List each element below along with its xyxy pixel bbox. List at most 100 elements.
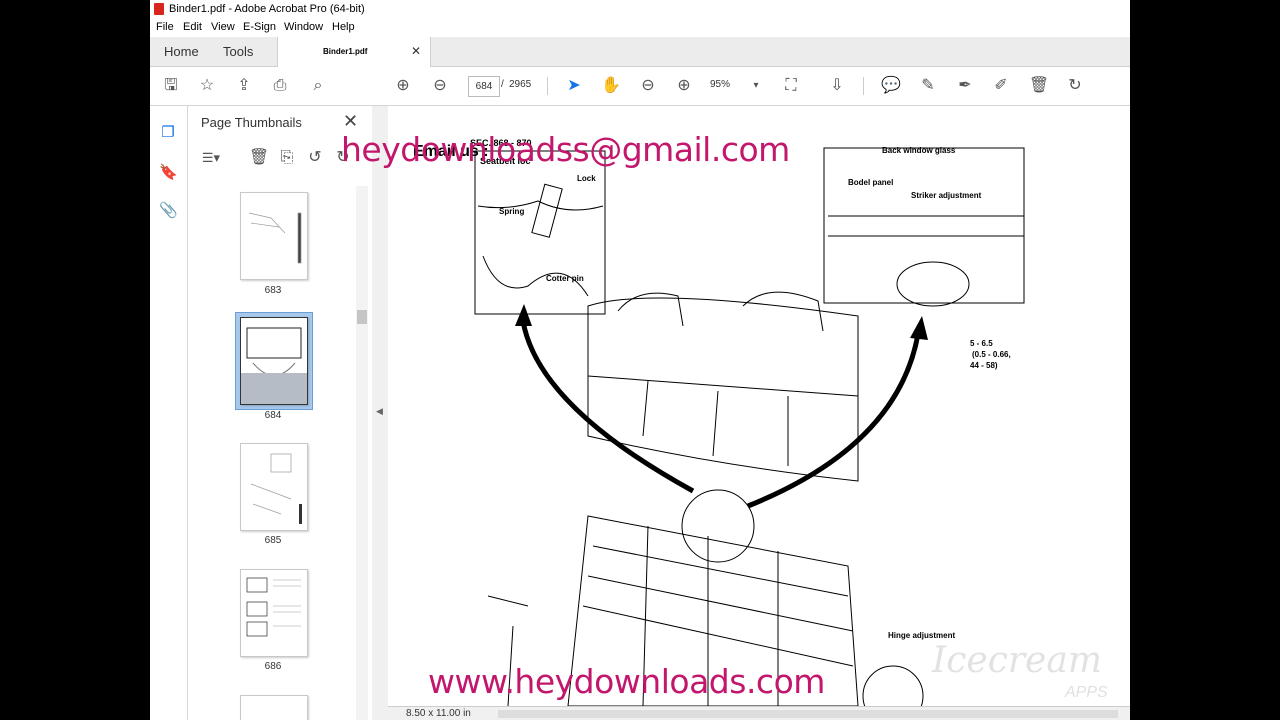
select-cursor-icon[interactable]: ➤ xyxy=(563,75,585,97)
zoom-level[interactable]: 95% xyxy=(710,79,730,90)
search-icon[interactable]: ⌕ xyxy=(307,75,329,97)
extract-page-icon[interactable]: ⎘ xyxy=(276,147,298,169)
thumbnails-panel: Page Thumbnails ✕ ☰▾ 🗑 ⎘ ↺ ↻ 683 684 685… xyxy=(188,106,373,720)
arrow-to-striker-inset xyxy=(747,333,921,509)
page-number-683: 683 xyxy=(264,285,282,296)
page-number-686: 686 xyxy=(264,661,282,672)
comment-icon[interactable]: 💬 xyxy=(880,75,902,97)
rotate-ccw-icon[interactable]: ↺ xyxy=(304,147,326,169)
window-title: Binder1.pdf - Adobe Acrobat Pro (64-bit) xyxy=(169,3,365,15)
page-thumbnail-683[interactable] xyxy=(240,192,308,280)
page-thumbnail-684[interactable] xyxy=(240,317,308,405)
collapse-arrow-icon[interactable]: ◀ xyxy=(376,406,383,417)
save-icon[interactable]: 🖫 xyxy=(160,75,182,97)
page-number-684: 684 xyxy=(264,410,282,421)
manual-illustration xyxy=(474,147,1025,706)
latch-callout xyxy=(681,489,755,563)
left-navigation-rail: ❐ 🔖 📎 xyxy=(150,106,188,720)
cotter-pin-label: Cotter pin xyxy=(546,274,584,283)
arrow-head-left xyxy=(515,304,532,326)
page-thumbnails-icon[interactable]: ❐ xyxy=(159,124,177,142)
menu-help[interactable]: Help xyxy=(332,21,355,33)
toolbar-divider xyxy=(547,77,548,95)
spring-label: Spring xyxy=(499,207,525,216)
lock-part xyxy=(531,183,563,238)
horizontal-scrollbar[interactable] xyxy=(498,710,1118,718)
zoom-out-icon[interactable]: ⊖ xyxy=(637,75,659,97)
watermark-site: www.heydownloads.com xyxy=(428,662,825,701)
torque-value: 5 - 6.5 xyxy=(970,339,993,348)
scroll-mode-icon[interactable]: ⇩ xyxy=(826,75,848,97)
inset-curve xyxy=(477,200,604,211)
close-icon[interactable]: ✕ xyxy=(343,111,358,132)
prev-page-icon[interactable]: ⊕ xyxy=(392,75,414,97)
thumbnail-sketch xyxy=(241,327,307,404)
menu-window[interactable]: Window xyxy=(284,21,323,33)
page-number-input[interactable]: 684 xyxy=(468,76,500,97)
lock-label: Lock xyxy=(577,174,596,183)
menu-esign[interactable]: E-Sign xyxy=(243,21,276,33)
delete-icon[interactable]: 🗑 xyxy=(1028,75,1050,97)
menu-view[interactable]: View xyxy=(211,21,235,33)
icecream-logo-subtext: APPS xyxy=(1065,684,1108,701)
panel-collapse-handle[interactable]: ◀ xyxy=(372,106,388,720)
bookmarks-icon[interactable]: 🔖 xyxy=(159,164,178,182)
highlight-pen-icon[interactable]: ✎ xyxy=(917,75,939,97)
scrollbar-thumb[interactable] xyxy=(357,310,367,324)
icecream-logo-text: Icecream xyxy=(932,640,1102,681)
watermark-email: heydownloadss@gmail.com xyxy=(341,130,790,169)
thumbnail-sketch xyxy=(250,453,302,524)
sign-icon[interactable]: ✒ xyxy=(954,75,976,97)
tab-document[interactable]: Binder1.pdf ✕ xyxy=(277,37,431,67)
hinge-adjustment-label: Hinge adjustment xyxy=(888,631,956,640)
page-size: 8.50 x 11.00 in xyxy=(406,708,471,719)
hinge-callout xyxy=(862,665,924,706)
document-page: SEC. 868 - 870 Seatbelt loc Lock Spring … xyxy=(388,106,1130,706)
striker-callout xyxy=(896,261,970,307)
options-menu-icon[interactable]: ☰▾ xyxy=(200,147,222,169)
page-thumbnail-686[interactable] xyxy=(240,569,308,657)
page-thumbnail-685[interactable] xyxy=(240,443,308,531)
inset-body-line xyxy=(828,215,1024,237)
upload-cloud-icon[interactable]: ⇪ xyxy=(233,75,255,97)
striker-adjustment-label: Striker adjustment xyxy=(911,191,982,200)
thumbnail-scrollbar[interactable] xyxy=(356,186,368,720)
zoom-dropdown-icon[interactable]: ▾ xyxy=(745,75,767,97)
arrow-head-right xyxy=(910,316,928,340)
menu-edit[interactable]: Edit xyxy=(183,21,202,33)
toolbar-divider-2 xyxy=(863,77,864,95)
tab-tools[interactable]: Tools xyxy=(223,37,253,66)
striker-inset xyxy=(823,147,1025,304)
torque-value-2: (0.5 - 0.66, xyxy=(972,350,1011,359)
thumbnail-sketch xyxy=(246,577,301,637)
tab-home[interactable]: Home xyxy=(164,37,199,66)
page-number-685: 685 xyxy=(264,535,282,546)
tab-document-label: Binder1.pdf xyxy=(323,47,368,56)
rotate-icon[interactable]: ↻ xyxy=(1064,75,1086,97)
print-icon[interactable]: ⎙ xyxy=(269,75,291,97)
zoom-in-icon[interactable]: ⊕ xyxy=(673,75,695,97)
fit-page-icon[interactable]: ⛶ xyxy=(780,75,802,97)
hand-tool-icon[interactable]: ✋ xyxy=(600,75,622,97)
body-panel-label: Bodel panel xyxy=(848,178,894,187)
page-thumbnail-687[interactable] xyxy=(240,695,308,720)
toolbar: 🖫 ☆ ⇪ ⎙ ⌕ ⊕ ⊖ 684 / 2965 ➤ ✋ ⊖ ⊕ 95% ▾ ⛶… xyxy=(150,67,1130,106)
page-total: 2965 xyxy=(509,79,532,90)
bookmark-star-icon[interactable]: ☆ xyxy=(196,75,218,97)
edit-pdf-icon[interactable]: ✐ xyxy=(990,75,1012,97)
tab-bar: Home Tools Binder1.pdf ✕ xyxy=(150,37,1130,67)
thumbnails-title: Page Thumbnails xyxy=(201,115,302,130)
back-window-label: Back window glass xyxy=(882,146,956,155)
title-bar: Binder1.pdf - Adobe Acrobat Pro (64-bit) xyxy=(150,0,1130,19)
tab-close-icon[interactable]: ✕ xyxy=(411,37,421,66)
attachments-icon[interactable]: 📎 xyxy=(159,202,178,220)
torque-value-3: 44 - 58) xyxy=(970,361,998,370)
thumbnail-sketch xyxy=(248,212,302,264)
page-separator: / xyxy=(501,79,504,90)
pdf-icon xyxy=(154,3,164,15)
status-bar: 8.50 x 11.00 in xyxy=(388,706,1130,720)
delete-page-icon[interactable]: 🗑 xyxy=(248,147,270,169)
menu-file[interactable]: File xyxy=(156,21,174,33)
acrobat-window: Binder1.pdf - Adobe Acrobat Pro (64-bit)… xyxy=(150,0,1130,720)
next-page-icon[interactable]: ⊖ xyxy=(429,75,451,97)
